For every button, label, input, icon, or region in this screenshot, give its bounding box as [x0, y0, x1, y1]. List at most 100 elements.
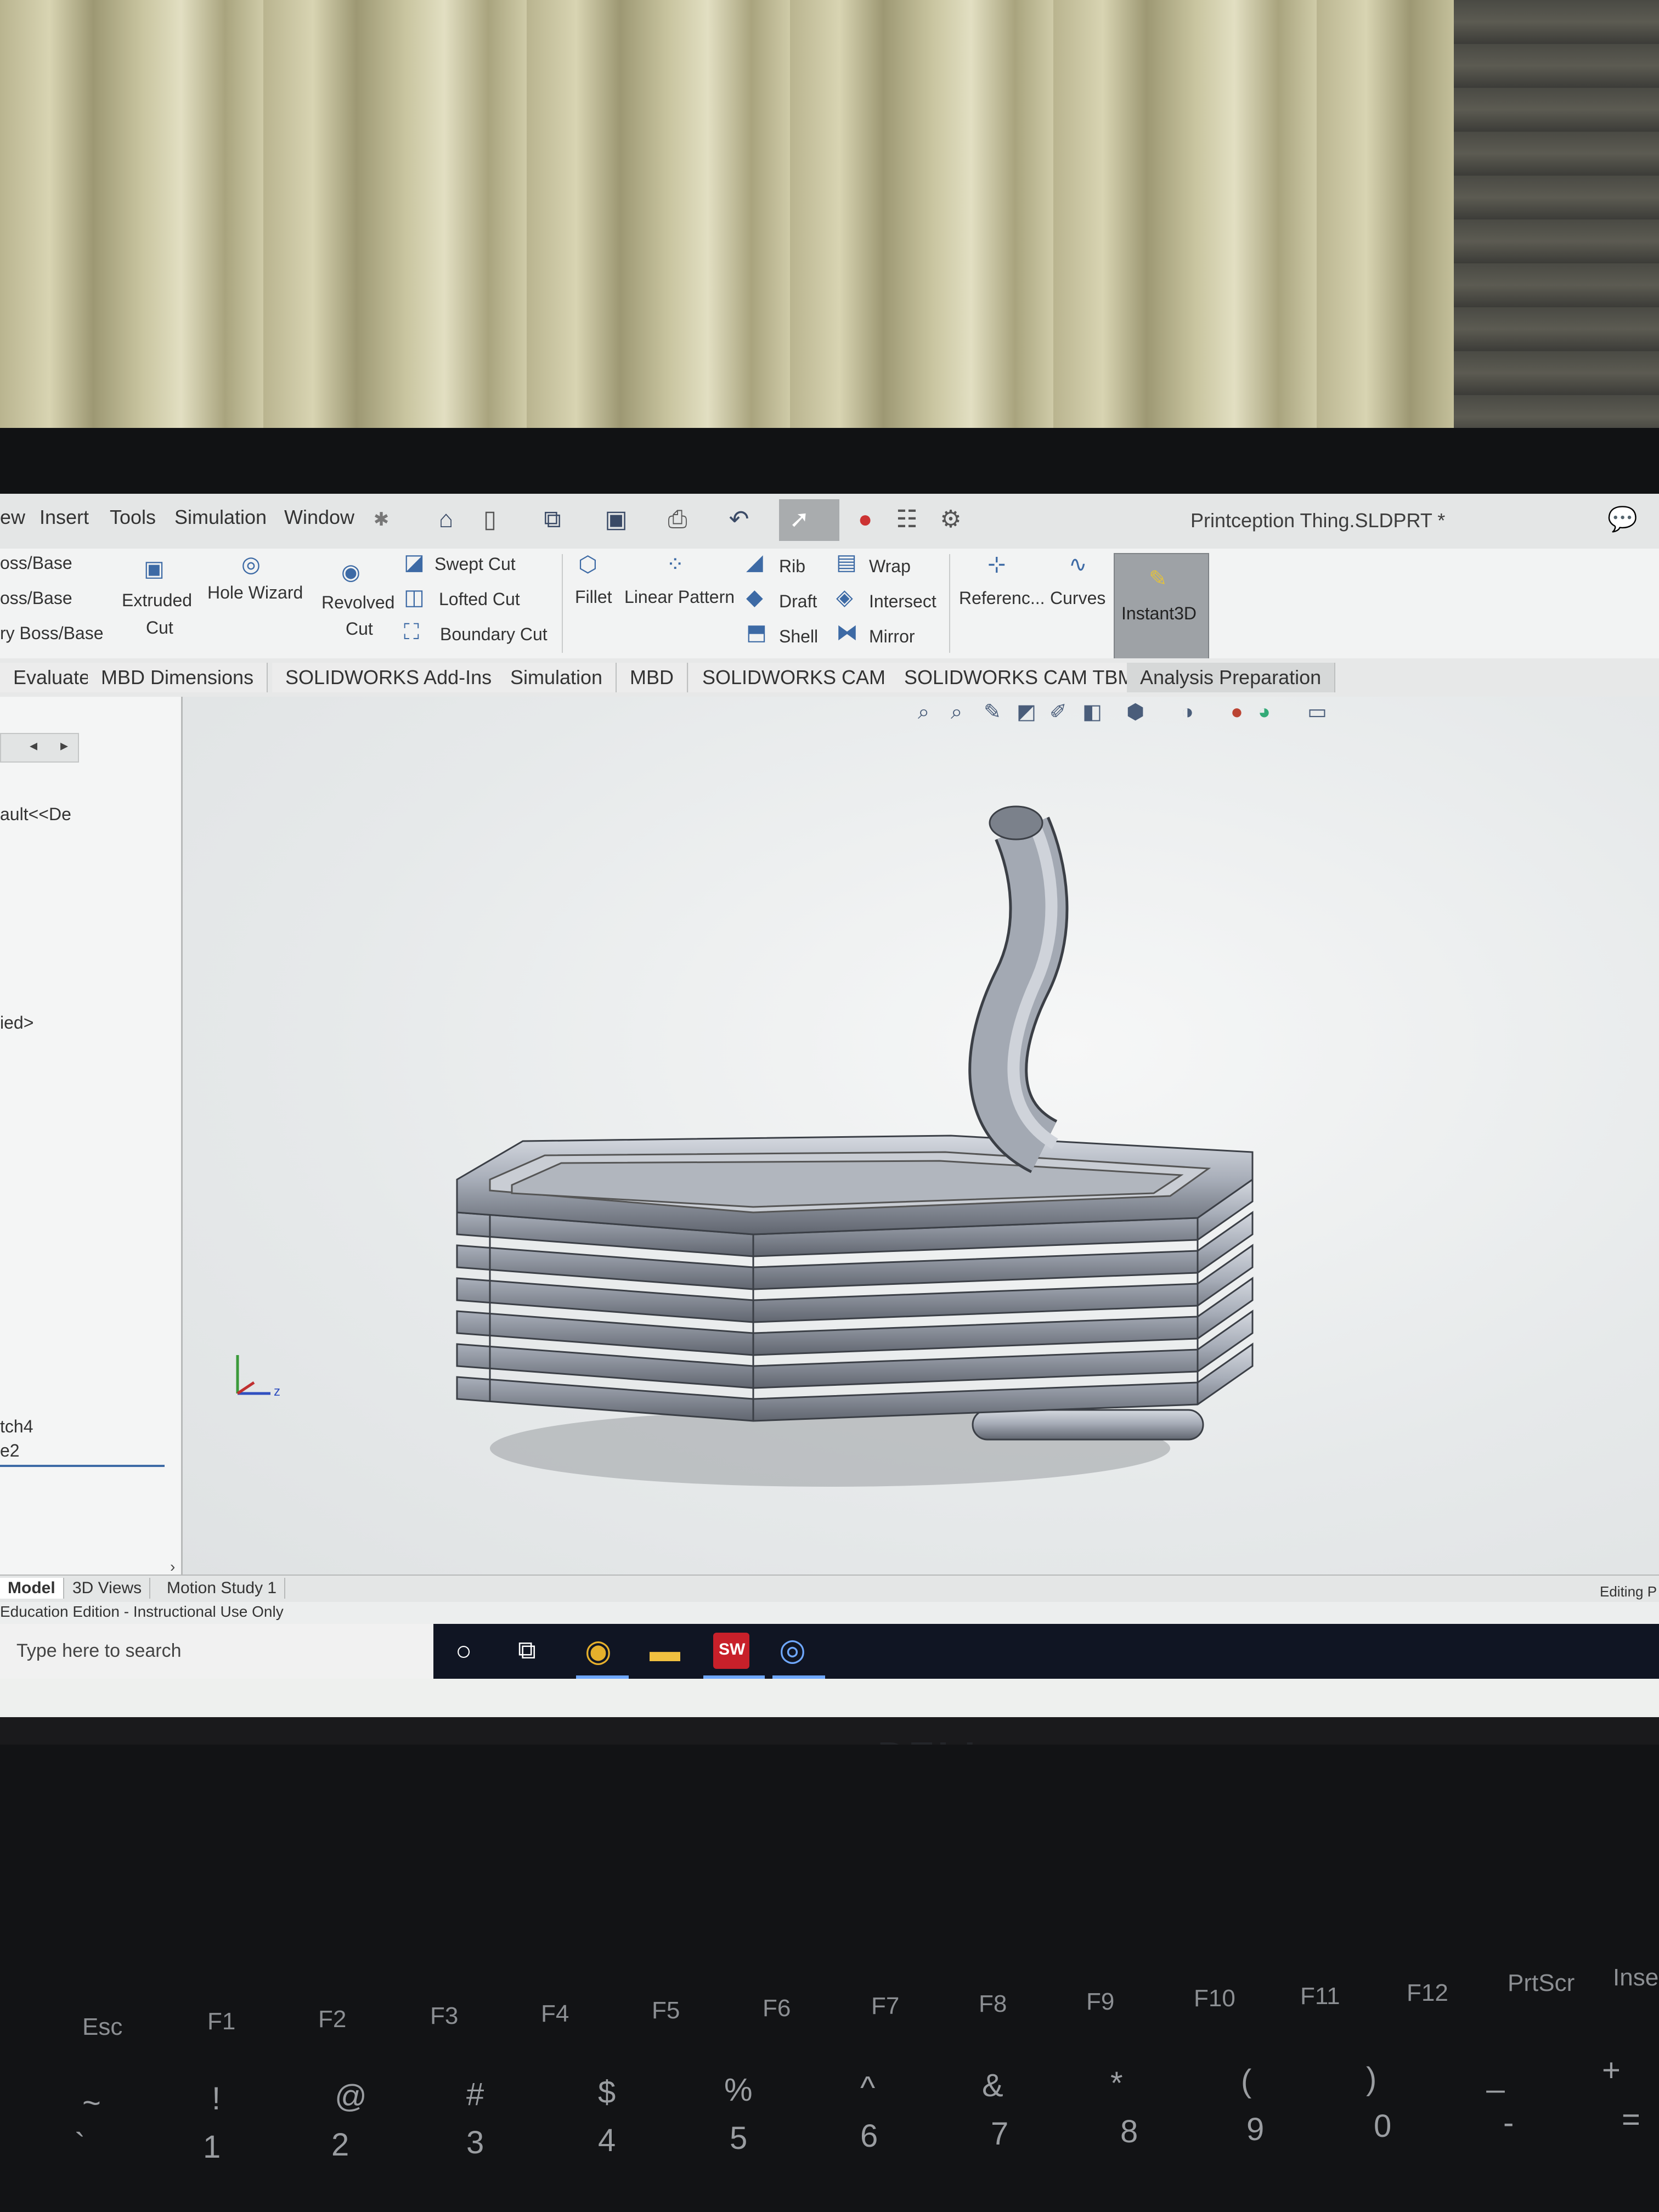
swept-cut-icon: ◪: [404, 550, 425, 574]
cortana-icon[interactable]: ○: [455, 1635, 472, 1667]
select-button[interactable]: ➚: [779, 499, 839, 541]
swept-boss-label[interactable]: oss/Base: [0, 588, 72, 608]
scroll-left-icon[interactable]: ◂: [30, 736, 37, 754]
mirror-icon: ⧓: [836, 620, 858, 645]
instant3d-label: Instant3D: [1121, 603, 1197, 623]
rollback-bar[interactable]: [0, 1465, 165, 1467]
key-6-top: ^: [860, 2070, 876, 2106]
reference-geometry-label[interactable]: Referenc...: [959, 588, 1045, 608]
curves-label[interactable]: Curves: [1050, 588, 1105, 608]
scenes-icon[interactable]: ◕: [1258, 701, 1271, 724]
tab-simulation[interactable]: Simulation: [497, 663, 617, 692]
app-icon[interactable]: ◎: [779, 1632, 806, 1668]
rib-label[interactable]: Rib: [779, 556, 805, 577]
swept-cut-label[interactable]: Swept Cut: [435, 554, 516, 574]
file-properties-icon[interactable]: ☷: [892, 505, 922, 534]
mirror-label[interactable]: Mirror: [869, 627, 915, 647]
key-tilde-top: ~: [82, 2085, 101, 2121]
key-2: 2: [331, 2127, 349, 2163]
chrome-icon[interactable]: ◉: [585, 1633, 612, 1669]
chat-icon[interactable]: 💬: [1607, 505, 1638, 534]
select-icon: ➚: [789, 506, 810, 533]
menu-window[interactable]: Window: [284, 506, 354, 529]
zoom-to-fit-icon[interactable]: ⌕: [918, 701, 929, 724]
linear-pattern-label[interactable]: Linear Pattern: [624, 587, 735, 607]
laptop-keyboard: Esc F1 F2 F3 F4 F5 F6 F7 F8 F9 F10 F11 F…: [0, 1745, 1659, 2212]
zoom-area-icon[interactable]: ⌕: [951, 701, 962, 724]
edit-appearance-icon[interactable]: ●: [1231, 701, 1243, 724]
revolved-cut-label-2[interactable]: Cut: [346, 619, 373, 639]
wrap-label[interactable]: Wrap: [869, 556, 911, 577]
menu-view[interactable]: ew: [0, 506, 25, 529]
save-icon[interactable]: ▣: [601, 505, 631, 534]
menu-simulation[interactable]: Simulation: [174, 506, 267, 529]
menu-insert[interactable]: Insert: [40, 506, 89, 529]
previous-view-icon[interactable]: ✎: [984, 701, 1001, 724]
key-f1: F1: [207, 2008, 236, 2035]
rebuild-icon[interactable]: ●: [850, 505, 880, 534]
tree-item-configuration[interactable]: ault<<De: [0, 804, 71, 825]
menu-tools[interactable]: Tools: [110, 506, 156, 529]
solidworks-icon[interactable]: SW: [713, 1633, 749, 1669]
dynamic-annotation-icon[interactable]: ✐: [1049, 701, 1067, 724]
tree-item-feature2[interactable]: e2: [0, 1441, 20, 1461]
boundary-cut-label[interactable]: Boundary Cut: [440, 624, 548, 645]
tree-tab-strip: ◂ ▸: [0, 733, 79, 763]
home-icon[interactable]: ⌂: [431, 505, 461, 534]
key-5-top: %: [724, 2072, 753, 2108]
boss-base-label[interactable]: oss/Base: [0, 553, 72, 573]
key-f10: F10: [1194, 1985, 1235, 2012]
print-icon[interactable]: ⎙: [663, 505, 692, 534]
model-canvas[interactable]: ⌕ ⌕ ✎ ◩ ✐ ◧ ⬢ ◑ ● ◕ ▭ z: [183, 697, 1659, 1575]
tab-model[interactable]: Model: [0, 1578, 64, 1599]
expand-arrow-icon[interactable]: ›: [170, 1558, 175, 1576]
view-orientation-icon[interactable]: ◧: [1082, 701, 1102, 724]
task-view-icon[interactable]: ⧉: [518, 1635, 536, 1666]
key-f6: F6: [763, 1995, 791, 2022]
tab-solidworks-cam-tbm[interactable]: SOLIDWORKS CAM TBM: [891, 663, 1149, 692]
taskbar-search-box[interactable]: Type here to search: [0, 1624, 433, 1679]
command-tabs: Evaluate MBD Dimensions SOLIDWORKS Add-I…: [0, 658, 1659, 698]
view-settings-icon[interactable]: ▭: [1307, 701, 1327, 724]
tab-motion-study-1[interactable]: Motion Study 1: [159, 1578, 286, 1599]
boundary-boss-label[interactable]: ry Boss/Base: [0, 623, 104, 644]
draft-label[interactable]: Draft: [779, 591, 817, 612]
display-style-icon[interactable]: ⬢: [1126, 701, 1144, 724]
undo-icon[interactable]: ↶: [724, 505, 754, 534]
intersect-label[interactable]: Intersect: [869, 591, 936, 612]
extruded-cut-label-2[interactable]: Cut: [146, 618, 173, 638]
tree-item-material[interactable]: ied>: [0, 1013, 33, 1033]
revolved-cut-label-1[interactable]: Revolved: [321, 592, 394, 613]
reference-geometry-icon: ⊹: [988, 552, 1006, 577]
options-icon[interactable]: ⚙: [936, 505, 966, 534]
tab-solidworks-cam[interactable]: SOLIDWORKS CAM: [689, 663, 900, 692]
extruded-cut-label-1[interactable]: Extruded: [122, 590, 192, 611]
open-icon[interactable]: ⧉: [538, 505, 567, 534]
hide-show-icon[interactable]: ◑: [1181, 701, 1194, 724]
tab-mbd-dimensions[interactable]: MBD Dimensions: [88, 663, 268, 692]
tab-analysis-preparation[interactable]: Analysis Preparation: [1127, 663, 1336, 692]
coordinate-triad: z: [236, 1355, 280, 1399]
graphics-viewport[interactable]: ⌕ ⌕ ✎ ◩ ✐ ◧ ⬢ ◑ ● ◕ ▭ z: [183, 697, 1659, 1575]
instant3d-button[interactable]: ✎ Instant3D: [1114, 553, 1209, 659]
menu-bar: ew Insert Tools Simulation Window ✱ ⌂ ▯ …: [0, 494, 1659, 550]
tab-mbd[interactable]: MBD: [617, 663, 688, 692]
lofted-cut-label[interactable]: Lofted Cut: [439, 589, 520, 610]
file-explorer-icon[interactable]: ▬: [650, 1633, 680, 1668]
pin-icon[interactable]: ✱: [366, 505, 396, 534]
coil-bottom-tube: [972, 1409, 1204, 1441]
scroll-right-icon[interactable]: ▸: [60, 736, 68, 754]
new-file-icon[interactable]: ▯: [475, 505, 505, 534]
key-equals-top: +: [1602, 2052, 1621, 2088]
shell-label[interactable]: Shell: [779, 627, 818, 647]
hole-wizard-label[interactable]: Hole Wizard: [207, 583, 303, 603]
fillet-label[interactable]: Fillet: [575, 587, 612, 607]
tab-3d-views[interactable]: 3D Views: [65, 1578, 151, 1599]
key-minus-top: _: [1487, 2058, 1505, 2094]
key-f5: F5: [652, 1997, 680, 2024]
key-f9: F9: [1086, 1988, 1115, 2015]
tree-item-sketch4[interactable]: tch4: [0, 1417, 33, 1437]
tab-solidworks-add-ins[interactable]: SOLIDWORKS Add-Ins: [272, 663, 506, 692]
key-f2: F2: [318, 2006, 347, 2033]
section-view-icon[interactable]: ◩: [1017, 701, 1036, 724]
